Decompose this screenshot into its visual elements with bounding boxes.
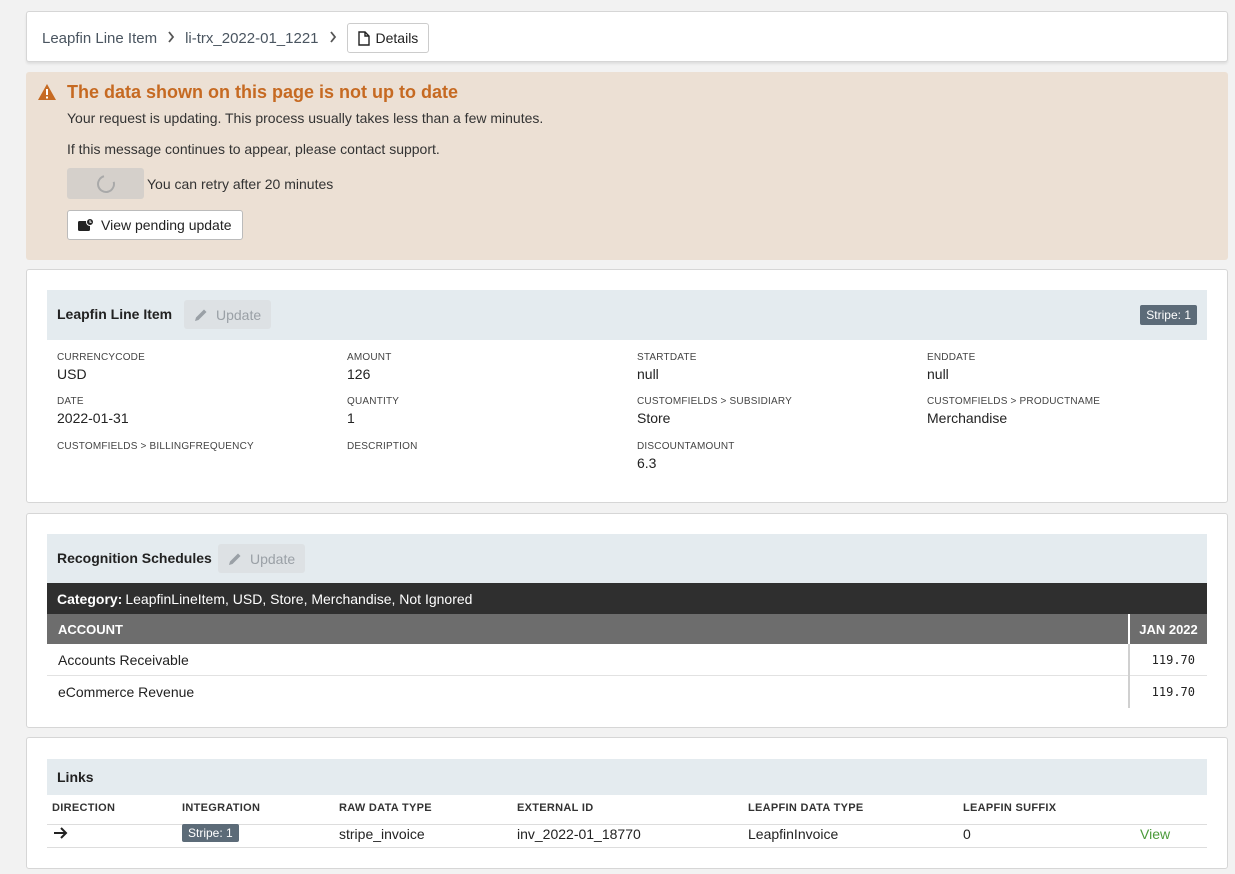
field-label: CUSTOMFIELDS > BILLINGFREQUENCY (57, 441, 254, 452)
leapfin-suffix-value: 0 (963, 826, 971, 842)
document-icon (357, 30, 370, 46)
field-value: 2022-01-31 (57, 410, 129, 426)
recognition-schedules-panel: Recognition Schedules Update Category: L… (26, 513, 1228, 728)
retry-text: You can retry after 20 minutes (147, 175, 334, 192)
field-label: DESCRIPTION (347, 441, 418, 452)
recognition-update-button[interactable]: Update (218, 544, 306, 573)
field-value: 126 (347, 366, 371, 382)
loading-spinner-icon (93, 171, 118, 196)
leapfin-data-type-column-header: LEAPFIN DATA TYPE (748, 802, 864, 814)
links-panel: Links DIRECTION INTEGRATION RAW DATA TYP… (26, 737, 1228, 869)
direction-column-header: DIRECTION (52, 802, 116, 814)
warning-support-message: If this message continues to appear, ple… (67, 141, 440, 157)
field-productname: CUSTOMFIELDS > PRODUCTNAME Merchandise (927, 396, 1100, 426)
field-currencycode: CURRENCYCODE USD (57, 352, 145, 382)
field-label: CUSTOMFIELDS > SUBSIDIARY (637, 396, 792, 407)
pencil-icon (229, 553, 241, 565)
update-label: Update (250, 550, 296, 567)
category-bar: Category: LeapfinLineItem, USD, Store, M… (47, 583, 1207, 614)
field-value: 1 (347, 410, 355, 426)
field-label: STARTDATE (637, 352, 697, 363)
category-label: Category: (57, 590, 123, 607)
external-id-column-header: EXTERNAL ID (517, 802, 594, 814)
raw-data-type-value: stripe_invoice (339, 826, 425, 842)
view-pending-update-button[interactable]: View pending update (67, 210, 243, 240)
category-value: LeapfinLineItem, USD, Store, Merchandise… (125, 590, 473, 607)
update-label: Update (216, 306, 262, 323)
warning-icon (38, 84, 56, 100)
leapfin-data-type-value: LeapfinInvoice (748, 826, 839, 842)
field-subsidiary: CUSTOMFIELDS > SUBSIDIARY Store (637, 396, 792, 426)
field-label: AMOUNT (347, 352, 392, 363)
breadcrumb-item-link[interactable]: li-trx_2022-01_1221 (185, 30, 318, 47)
field-label: DISCOUNTAMOUNT (637, 441, 735, 452)
field-label: CURRENCYCODE (57, 352, 145, 363)
recognition-header: Recognition Schedules Update (47, 534, 1207, 584)
field-label: QUANTITY (347, 396, 400, 407)
stale-data-warning: The data shown on this page is not up to… (26, 72, 1228, 260)
field-startdate: STARTDATE null (637, 352, 697, 382)
line-item-panel: Leapfin Line Item Update Stripe: 1 CURRE… (26, 269, 1228, 503)
account-name: eCommerce Revenue (58, 684, 195, 700)
details-label: Details (375, 30, 419, 46)
retry-button[interactable] (67, 168, 144, 199)
links-header: Links (47, 759, 1207, 795)
integration-column-header: INTEGRATION (182, 802, 261, 814)
integration-badge: Stripe: 1 (182, 824, 239, 842)
table-row: eCommerce Revenue 119.70 (47, 676, 1207, 708)
field-value: null (927, 366, 949, 382)
field-value: USD (57, 366, 87, 382)
field-description: DESCRIPTION (347, 441, 418, 455)
field-enddate: ENDDATE null (927, 352, 975, 382)
breadcrumb: Leapfin Line Item li-trx_2022-01_1221 De… (42, 23, 430, 53)
account-amount: 119.70 (1128, 676, 1207, 708)
period-column-header: JAN 2022 (1128, 614, 1207, 644)
field-value: null (637, 366, 659, 382)
account-column-header: ACCOUNT (58, 622, 123, 637)
line-item-update-button[interactable]: Update (184, 300, 272, 329)
table-row: Accounts Receivable 119.70 (47, 644, 1207, 676)
external-id-value: inv_2022-01_18770 (517, 826, 641, 842)
line-item-header: Leapfin Line Item Update Stripe: 1 (47, 290, 1207, 340)
field-date: DATE 2022-01-31 (57, 396, 129, 426)
warning-title: The data shown on this page is not up to… (67, 82, 459, 102)
field-amount: AMOUNT 126 (347, 352, 392, 382)
breadcrumb-root-link[interactable]: Leapfin Line Item (42, 30, 157, 47)
chevron-right-icon (167, 30, 175, 46)
view-link[interactable]: View (1140, 826, 1170, 842)
field-label: ENDDATE (927, 352, 976, 363)
recognition-title: Recognition Schedules (57, 550, 212, 566)
retry-status: You can retry after 20 minutes (67, 168, 333, 199)
pencil-icon (195, 309, 207, 321)
field-billingfrequency: CUSTOMFIELDS > BILLINGFREQUENCY (57, 441, 254, 455)
field-label: CUSTOMFIELDS > PRODUCTNAME (927, 396, 1101, 407)
account-amount: 119.70 (1128, 644, 1207, 676)
field-value: 6.3 (637, 455, 657, 471)
leapfin-suffix-column-header: LEAPFIN SUFFIX (963, 802, 1057, 814)
warning-message: Your request is updating. This process u… (67, 110, 544, 126)
field-value: Store (637, 410, 671, 426)
field-discountamount: DISCOUNTAMOUNT 6.3 (637, 441, 735, 471)
chevron-right-icon (329, 30, 337, 46)
links-title: Links (57, 769, 94, 785)
stripe-badge: Stripe: 1 (1140, 305, 1197, 325)
raw-data-type-column-header: RAW DATA TYPE (339, 802, 432, 814)
schedule-table-header: ACCOUNT JAN 2022 (47, 614, 1207, 644)
breadcrumb-bar: Leapfin Line Item li-trx_2022-01_1221 De… (26, 11, 1228, 62)
details-button[interactable]: Details (346, 23, 430, 53)
arrow-right-icon (53, 826, 68, 843)
field-label: DATE (57, 396, 84, 407)
pending-update-icon (78, 218, 94, 231)
pending-update-label: View pending update (101, 217, 232, 233)
line-item-title: Leapfin Line Item (57, 306, 173, 322)
account-name: Accounts Receivable (58, 652, 189, 668)
field-value: Merchandise (927, 410, 1008, 426)
field-quantity: QUANTITY 1 (347, 396, 399, 426)
